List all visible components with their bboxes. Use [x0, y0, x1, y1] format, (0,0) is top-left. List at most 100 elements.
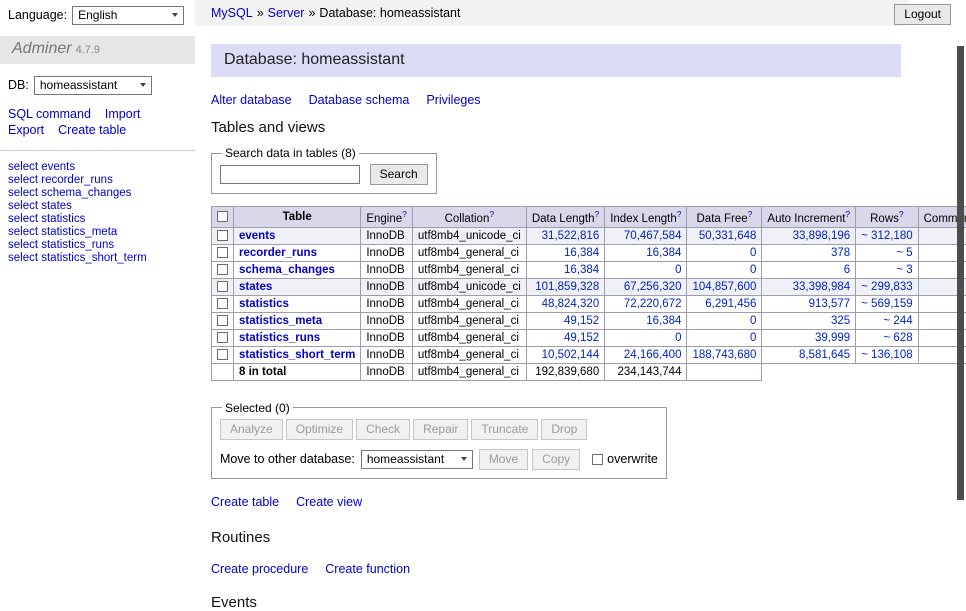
sidebar-table-link-states[interactable]: select states [8, 200, 187, 213]
rows-count-link[interactable]: ~ 136,108 [861, 349, 912, 361]
auto-increment-link[interactable]: 6 [844, 264, 850, 276]
breadcrumb-item-server[interactable]: Server [268, 6, 305, 20]
table-name-link[interactable]: recorder_runs [239, 247, 317, 259]
search-button[interactable]: Search [370, 164, 428, 185]
data-length-link[interactable]: 49,152 [564, 315, 599, 327]
data-free-link[interactable]: 0 [750, 264, 756, 276]
table-name-link[interactable]: statistics_meta [239, 315, 322, 327]
table-name-link[interactable]: events [239, 230, 275, 242]
row-checkbox[interactable] [217, 264, 228, 275]
rows-count-link[interactable]: ~ 5 [896, 247, 912, 259]
breadcrumb-item-mysql[interactable]: MySQL [211, 6, 253, 20]
select-all-checkbox[interactable] [217, 211, 228, 222]
data-length-link[interactable]: 101,859,328 [535, 281, 599, 293]
help-link[interactable]: ? [748, 209, 753, 219]
sidebar-table-link-events[interactable]: select events [8, 161, 187, 174]
help-link[interactable]: ? [489, 209, 494, 219]
row-checkbox[interactable] [217, 247, 228, 258]
index-length-link[interactable]: 70,467,584 [624, 230, 682, 242]
row-checkbox[interactable] [217, 332, 228, 343]
move-button[interactable]: Move [479, 449, 528, 470]
auto-increment-link[interactable]: 33,398,984 [793, 281, 851, 293]
vertical-scrollbar-thumb[interactable] [957, 46, 964, 500]
row-checkbox[interactable] [217, 281, 228, 292]
row-checkbox[interactable] [217, 349, 228, 360]
auto-increment-link[interactable]: 8,581,645 [799, 349, 850, 361]
language-select[interactable]: English [72, 6, 184, 25]
row-checkbox[interactable] [217, 230, 228, 241]
sidebar-table-link-statistics-short-term[interactable]: select statistics_short_term [8, 252, 187, 265]
auto-increment-link[interactable]: 913,577 [809, 298, 851, 310]
data-free-link[interactable]: 50,331,648 [699, 230, 757, 242]
sidebar-table-link-statistics-meta[interactable]: select statistics_meta [8, 226, 187, 239]
rows-count-link[interactable]: ~ 569,159 [861, 298, 912, 310]
table-name-link[interactable]: statistics_short_term [239, 349, 355, 361]
sidebar-table-link-statistics-runs[interactable]: select statistics_runs [8, 239, 187, 252]
index-length-link[interactable]: 67,256,320 [624, 281, 682, 293]
data-length-link[interactable]: 16,384 [564, 247, 599, 259]
table-name-link[interactable]: statistics [239, 298, 289, 310]
help-link[interactable]: ? [845, 209, 850, 219]
data-free-link[interactable]: 0 [750, 332, 756, 344]
rows-count-link[interactable]: ~ 244 [884, 315, 913, 327]
row-checkbox[interactable] [217, 298, 228, 309]
rows-count-link[interactable]: ~ 299,833 [861, 281, 912, 293]
sidebar-action-sql-command[interactable]: SQL command [8, 107, 91, 123]
rows-count-link[interactable]: ~ 3 [896, 264, 912, 276]
sidebar-table-link-recorder-runs[interactable]: select recorder_runs [8, 174, 187, 187]
index-length-link[interactable]: 24,166,400 [624, 349, 682, 361]
nav-link-alter-database[interactable]: Alter database [211, 93, 292, 107]
data-length-link[interactable]: 16,384 [564, 264, 599, 276]
selected-action-optimize[interactable]: Optimize [286, 419, 353, 440]
index-length-link[interactable]: 0 [675, 332, 681, 344]
selected-action-repair[interactable]: Repair [413, 419, 468, 440]
overwrite-checkbox[interactable] [592, 454, 603, 465]
rows-count-link[interactable]: ~ 312,180 [861, 230, 912, 242]
data-length-link[interactable]: 10,502,144 [542, 349, 600, 361]
auto-increment-link[interactable]: 325 [831, 315, 850, 327]
sidebar-action-export[interactable]: Export [8, 123, 44, 139]
auto-increment-link[interactable]: 39,999 [815, 332, 850, 344]
db-select[interactable]: homeassistant [34, 76, 152, 95]
index-length-link[interactable]: 72,220,672 [624, 298, 682, 310]
data-free-link[interactable]: 6,291,456 [705, 298, 756, 310]
selected-action-check[interactable]: Check [356, 419, 410, 440]
logout-button[interactable]: Logout [894, 4, 951, 25]
data-free-link[interactable]: 0 [750, 315, 756, 327]
selected-action-drop[interactable]: Drop [541, 419, 587, 440]
index-length-link[interactable]: 16,384 [646, 315, 681, 327]
data-length-link[interactable]: 49,152 [564, 332, 599, 344]
data-free-link[interactable]: 188,743,680 [692, 349, 756, 361]
sidebar-action-create-table[interactable]: Create table [58, 123, 126, 139]
index-length-link[interactable]: 16,384 [646, 247, 681, 259]
row-checkbox[interactable] [217, 315, 228, 326]
help-link[interactable]: ? [899, 209, 904, 219]
auto-increment-link[interactable]: 33,898,196 [793, 230, 851, 242]
table-name-link[interactable]: statistics_runs [239, 332, 320, 344]
data-free-link[interactable]: 0 [750, 247, 756, 259]
app-logo[interactable]: Adminer [12, 40, 72, 57]
sidebar-table-link-statistics[interactable]: select statistics [8, 213, 187, 226]
index-length-link[interactable]: 0 [675, 264, 681, 276]
nav-link-privileges[interactable]: Privileges [426, 93, 480, 107]
table-name-link[interactable]: states [239, 281, 272, 293]
create-link-create-view[interactable]: Create view [296, 495, 362, 509]
create-link-create-table[interactable]: Create table [211, 495, 279, 509]
search-input[interactable] [220, 165, 360, 184]
data-length-link[interactable]: 48,824,320 [542, 298, 600, 310]
table-name-link[interactable]: schema_changes [239, 264, 335, 276]
data-length-link[interactable]: 31,522,816 [542, 230, 600, 242]
copy-button[interactable]: Copy [532, 449, 580, 470]
help-link[interactable]: ? [402, 209, 407, 219]
help-link[interactable]: ? [594, 209, 599, 219]
sidebar-table-link-schema-changes[interactable]: select schema_changes [8, 187, 187, 200]
routines-link-create-procedure[interactable]: Create procedure [211, 562, 308, 576]
data-free-link[interactable]: 104,857,600 [692, 281, 756, 293]
routines-link-create-function[interactable]: Create function [325, 562, 410, 576]
help-link[interactable]: ? [677, 209, 682, 219]
rows-count-link[interactable]: ~ 628 [884, 332, 913, 344]
nav-link-database-schema[interactable]: Database schema [309, 93, 410, 107]
selected-action-analyze[interactable]: Analyze [220, 419, 283, 440]
move-database-select[interactable]: homeassistant [361, 450, 473, 469]
auto-increment-link[interactable]: 378 [831, 247, 850, 259]
